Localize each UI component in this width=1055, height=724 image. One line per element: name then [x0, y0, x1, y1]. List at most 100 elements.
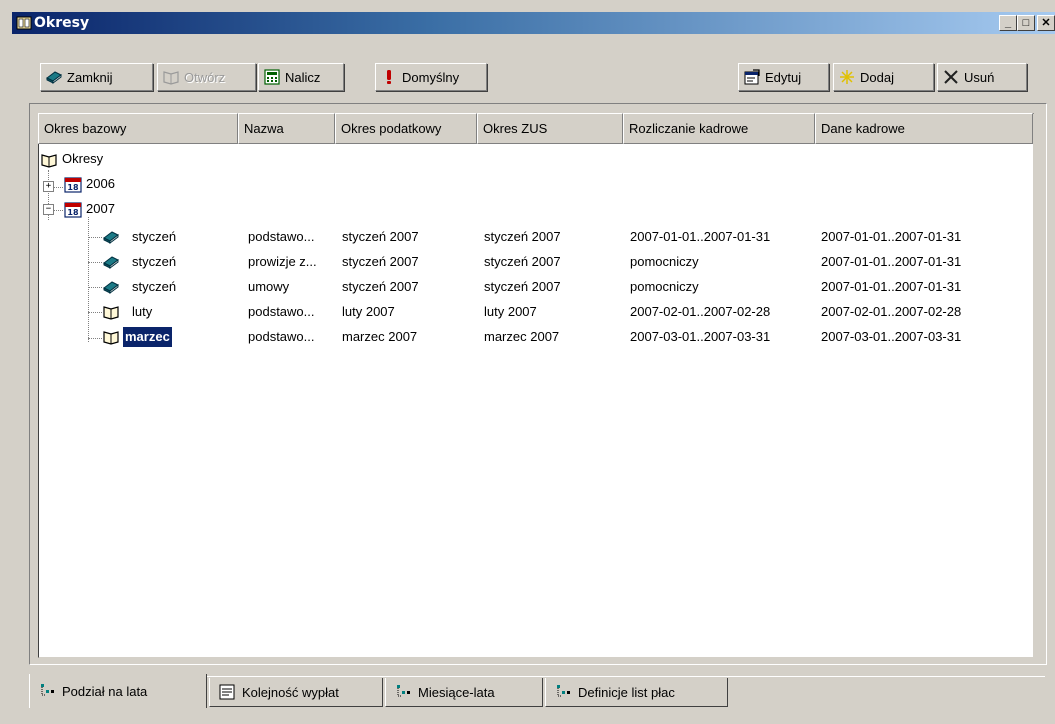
nazwa-cell: prowizje z...: [248, 254, 317, 269]
rozliczanie-cell: 2007-03-01..2007-03-31: [630, 329, 771, 344]
column-rozliczanie-kadrowe[interactable]: Rozliczanie kadrowe: [623, 113, 815, 144]
column-okres-podatkowy[interactable]: Okres podatkowy: [335, 113, 477, 144]
column-nazwa[interactable]: Nazwa: [238, 113, 335, 144]
tree-line: [53, 210, 63, 211]
column-okres-zus[interactable]: Okres ZUS: [477, 113, 623, 144]
period-label: marzec: [122, 326, 173, 348]
tree-line: [88, 262, 102, 263]
zus-cell: marzec 2007: [484, 329, 560, 344]
nazwa-cell: umowy: [248, 279, 290, 294]
delete-button[interactable]: Usuń: [937, 63, 1027, 91]
calculate-label: Nalicz: [285, 69, 321, 85]
delete-label: Usuń: [964, 69, 995, 85]
book-open-icon: [41, 154, 57, 168]
dane-cell: 2007-01-01..2007-01-31: [821, 254, 962, 269]
tab-kolejnosc-wyplat[interactable]: Kolejność wypłat: [209, 678, 383, 707]
dane-cell: 2007-01-01..2007-01-31: [821, 229, 962, 244]
column-dane-kadrowe[interactable]: Dane kadrowe: [815, 113, 1033, 144]
default-label: Domyślny: [402, 69, 460, 85]
table-row[interactable]: luty podstawo... luty 2007 luty 2007 200…: [102, 302, 1032, 322]
window-title: Okresy: [34, 15, 90, 31]
podatkowy-cell: styczeń 2007: [342, 229, 419, 244]
podatkowy-cell: luty 2007: [342, 304, 395, 319]
tree-line: [88, 237, 102, 238]
okresy-window: Okresy _ □ ✕ Zamknij Otwórz Nalicz Domyś…: [0, 0, 1055, 724]
book-closed-icon: [46, 71, 62, 84]
expand-toggle[interactable]: +: [43, 181, 54, 192]
app-icon: [16, 16, 32, 30]
book-closed-icon: [103, 256, 119, 269]
table-row[interactable]: styczeń prowizje z... styczeń 2007 stycz…: [102, 252, 1032, 272]
edit-button[interactable]: Edytuj: [738, 63, 829, 91]
dane-cell: 2007-01-01..2007-01-31: [821, 279, 962, 294]
period-label: styczeń: [132, 254, 177, 269]
column-header: Okres bazowy Nazwa Okres podatkowy Okres…: [38, 113, 1033, 146]
svg-text:18: 18: [67, 183, 79, 192]
book-closed-icon: [103, 231, 119, 244]
default-button[interactable]: Domyślny: [375, 63, 487, 91]
tab-definicje-list-plac[interactable]: Definicje list płac: [545, 678, 728, 707]
add-button[interactable]: Dodaj: [833, 63, 934, 91]
podatkowy-cell: styczeń 2007: [342, 254, 419, 269]
zus-cell: styczeń 2007: [484, 229, 561, 244]
period-label: styczeń: [132, 279, 177, 294]
nazwa-cell: podstawo...: [248, 304, 315, 319]
book-open-icon: [103, 306, 119, 320]
close-button[interactable]: Zamknij: [40, 63, 153, 91]
tree-line: [88, 287, 102, 288]
column-okres-bazowy[interactable]: Okres bazowy: [38, 113, 238, 144]
tab-podzial-na-lata[interactable]: Podział na lata: [29, 674, 207, 708]
collapse-toggle[interactable]: −: [43, 204, 54, 215]
sparkle-icon: [840, 70, 854, 84]
rozliczanie-cell: 2007-01-01..2007-01-31: [630, 229, 771, 244]
book-open-icon: [163, 71, 179, 85]
hierarchy-icon: [397, 685, 410, 697]
zus-cell: styczeń 2007: [484, 279, 561, 294]
tab-label: Kolejność wypłat: [242, 684, 339, 700]
calculator-icon: [264, 69, 280, 85]
book-open-icon: [103, 331, 119, 345]
close-label: Zamknij: [67, 69, 113, 85]
tab-miesiace-lata[interactable]: Miesiące-lata: [385, 678, 543, 707]
document-list-icon: [219, 684, 235, 700]
edit-label: Edytuj: [765, 69, 802, 85]
period-label: styczeń: [132, 229, 177, 244]
table-row[interactable]: styczeń podstawo... styczeń 2007 styczeń…: [102, 227, 1032, 247]
title-bar[interactable]: Okresy _ □ ✕: [12, 12, 1055, 34]
rozliczanie-cell: 2007-02-01..2007-02-28: [630, 304, 771, 319]
nazwa-cell: podstawo...: [248, 229, 315, 244]
nazwa-cell: podstawo...: [248, 329, 315, 344]
svg-text:18: 18: [67, 208, 79, 217]
book-closed-icon: [103, 281, 119, 294]
calendar-icon: 18: [64, 177, 82, 193]
podatkowy-cell: marzec 2007: [342, 329, 418, 344]
hierarchy-icon: [41, 684, 54, 696]
year-label: 2006: [86, 176, 115, 191]
tree-line: [53, 187, 63, 188]
podatkowy-cell: styczeń 2007: [342, 279, 419, 294]
tab-label: Definicje list płac: [578, 684, 675, 700]
calculate-button[interactable]: Nalicz: [258, 63, 344, 91]
zus-cell: styczeń 2007: [484, 254, 561, 269]
tab-label: Podział na lata: [62, 683, 148, 699]
tree-list[interactable]: [38, 113, 1034, 658]
tree-line: [88, 217, 89, 342]
period-label: luty: [132, 304, 153, 319]
tree-line: [88, 312, 102, 313]
tree-line: [88, 338, 102, 339]
add-label: Dodaj: [860, 69, 894, 85]
zus-cell: luty 2007: [484, 304, 537, 319]
tab-label: Miesiące-lata: [418, 684, 495, 700]
tree-root-label: Okresy: [62, 151, 104, 166]
open-button[interactable]: Otwórz: [157, 63, 256, 91]
minimize-button[interactable]: _: [999, 15, 1017, 31]
close-window-button[interactable]: ✕: [1037, 15, 1055, 31]
table-row-selected[interactable]: marzec podstawo... marzec 2007 marzec 20…: [102, 326, 1032, 348]
maximize-button[interactable]: □: [1017, 15, 1035, 31]
exclamation-icon: [387, 70, 391, 84]
table-row[interactable]: styczeń umowy styczeń 2007 styczeń 2007 …: [102, 277, 1032, 297]
rozliczanie-cell: pomocniczy: [630, 254, 699, 269]
dane-cell: 2007-03-01..2007-03-31: [821, 329, 962, 344]
open-label: Otwórz: [184, 69, 226, 85]
calendar-icon: 18: [64, 202, 82, 218]
